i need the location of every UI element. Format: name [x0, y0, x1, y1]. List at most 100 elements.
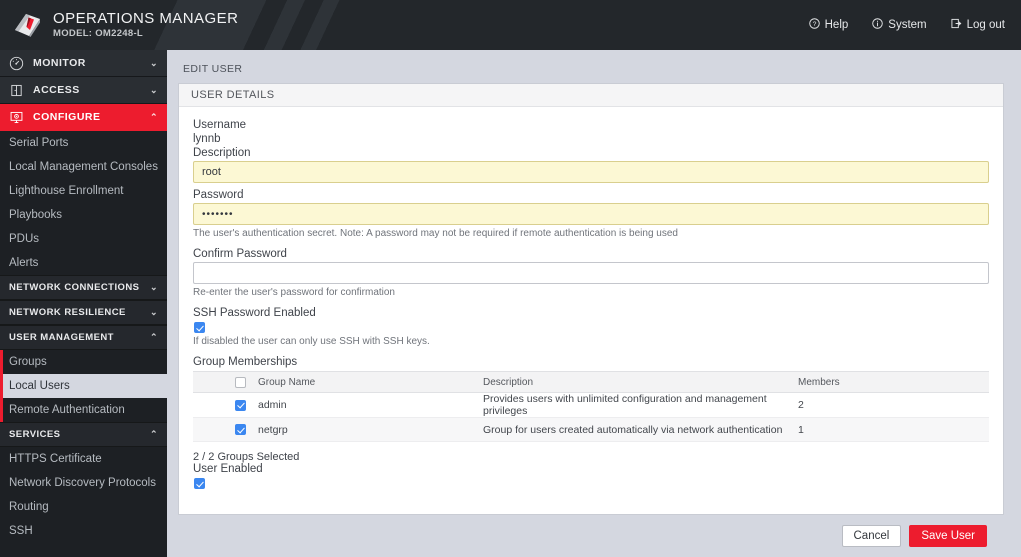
svg-text:?: ? [812, 21, 816, 28]
sidebar-section-user-management[interactable]: USER MANAGEMENT ⌃ [0, 325, 167, 350]
gauge-icon [9, 56, 24, 71]
breadcrumb: EDIT USER [183, 63, 243, 75]
sidebar-item-configure[interactable]: CONFIGURE ⌃ [0, 104, 167, 131]
ssh-password-enabled-checkbox[interactable] [194, 322, 205, 333]
user-enabled-checkbox[interactable] [194, 478, 205, 489]
confirm-password-help-text: Re-enter the user's password for confirm… [193, 287, 395, 298]
sidebar-item-routing[interactable]: Routing [0, 495, 167, 519]
user-details-panel: USER DETAILS Username lynnb Description … [178, 83, 1004, 515]
confirm-password-label: Confirm Password [193, 248, 287, 260]
sidebar-section-services[interactable]: SERVICES ⌃ [0, 422, 167, 447]
header-members: Members [792, 371, 989, 393]
table-row[interactable]: admin Provides users with unlimited conf… [193, 392, 989, 418]
door-icon [9, 83, 24, 98]
sidebar-label: Serial Ports [9, 137, 69, 149]
sidebar-item-https-certificate[interactable]: HTTPS Certificate [0, 447, 167, 471]
groups-selected-count: 2 / 2 Groups Selected [193, 451, 300, 463]
app-root: OPERATIONS MANAGER MODEL: OM2248-L ? Hel… [0, 0, 1021, 557]
panel-body: Username lynnb Description Password The … [179, 107, 1003, 489]
sidebar-label: Network Discovery Protocols [9, 477, 156, 489]
logout-arrow-icon [951, 18, 962, 32]
question-circle-icon: ? [808, 18, 820, 32]
sidebar: MONITOR ⌄ ACCESS ⌄ CONFIGURE ⌃ Serial Po… [0, 50, 167, 557]
chevron-down-icon: ⌄ [149, 57, 158, 68]
sidebar-item-monitor[interactable]: MONITOR ⌄ [0, 50, 167, 77]
sidebar-label: SSH [9, 525, 33, 537]
header-group-name: Group Name [252, 371, 477, 393]
brand: OPERATIONS MANAGER MODEL: OM2248-L [0, 10, 238, 40]
system-link[interactable]: System [872, 18, 927, 32]
group-memberships-table: Group Name Description Members admin Pro… [193, 371, 989, 442]
sidebar-item-pdus[interactable]: PDUs [0, 227, 167, 251]
group-memberships-label: Group Memberships [193, 356, 298, 368]
sidebar-item-alerts[interactable]: Alerts [0, 251, 167, 275]
info-circle-icon [872, 18, 884, 32]
monitor-gear-icon [9, 110, 24, 125]
password-label: Password [193, 189, 244, 201]
sidebar-item-lighthouse-enrollment[interactable]: Lighthouse Enrollment [0, 179, 167, 203]
group-description: Provides users with unlimited configurat… [477, 392, 792, 418]
chevron-down-icon: ⌄ [150, 307, 158, 317]
user-enabled-label: User Enabled [193, 463, 263, 475]
save-user-button[interactable]: Save User [909, 525, 987, 547]
sidebar-item-local-users[interactable]: Local Users [0, 374, 167, 398]
select-all-header [193, 371, 252, 393]
confirm-password-input[interactable] [193, 262, 989, 284]
username-label: Username [193, 119, 247, 131]
group-members: 1 [792, 417, 989, 442]
form-actions: Cancel Save User [178, 515, 1004, 557]
table-header-row: Group Name Description Members [193, 371, 989, 393]
description-input[interactable] [193, 161, 989, 183]
sidebar-item-serial-ports[interactable]: Serial Ports [0, 131, 167, 155]
sidebar-label: Routing [9, 501, 49, 513]
table-row[interactable]: netgrp Group for users created automatic… [193, 417, 989, 442]
sidebar-label-access: ACCESS [33, 84, 80, 96]
chevron-up-icon: ⌃ [150, 332, 158, 342]
sidebar-item-playbooks[interactable]: Playbooks [0, 203, 167, 227]
ssh-password-help-text: If disabled the user can only use SSH wi… [193, 336, 430, 347]
sidebar-label: Alerts [9, 257, 39, 269]
sidebar-label: Local Users [9, 380, 70, 392]
sidebar-label-monitor: MONITOR [33, 57, 86, 69]
description-label: Description [193, 147, 251, 159]
password-help-text: The user's authentication secret. Note: … [193, 228, 678, 239]
sidebar-section-label: SERVICES [9, 429, 61, 440]
system-label: System [888, 19, 927, 31]
sidebar-item-groups[interactable]: Groups [0, 350, 167, 374]
main-content: EDIT USER USER DETAILS Username lynnb De… [167, 50, 1021, 557]
group-description: Group for users created automatically vi… [477, 417, 792, 442]
sidebar-label: Remote Authentication [9, 404, 125, 416]
chevron-up-icon: ⌃ [150, 429, 158, 439]
chevron-down-icon: ⌄ [150, 282, 158, 292]
row-checkbox-cell [193, 392, 252, 418]
chevron-up-icon: ⌃ [149, 111, 158, 122]
group-name: netgrp [252, 417, 477, 442]
help-label: Help [824, 19, 849, 31]
group-row-checkbox[interactable] [235, 424, 246, 435]
chevron-down-icon: ⌄ [149, 84, 158, 95]
sidebar-item-network-discovery-protocols[interactable]: Network Discovery Protocols [0, 471, 167, 495]
select-all-checkbox[interactable] [235, 376, 246, 388]
sidebar-label: Local Management Consoles [9, 161, 158, 173]
sidebar-item-local-management-consoles[interactable]: Local Management Consoles [0, 155, 167, 179]
group-name: admin [252, 392, 477, 418]
group-row-checkbox[interactable] [235, 399, 246, 411]
sidebar-section-network-resilience[interactable]: NETWORK RESILIENCE ⌄ [0, 300, 167, 325]
sidebar-item-remote-authentication[interactable]: Remote Authentication [0, 398, 167, 422]
panel-title: USER DETAILS [179, 84, 1003, 107]
header-description: Description [477, 371, 792, 393]
sidebar-label: Groups [9, 356, 47, 368]
app-header: OPERATIONS MANAGER MODEL: OM2248-L ? Hel… [0, 0, 1021, 50]
row-checkbox-cell [193, 417, 252, 442]
logout-link[interactable]: Log out [951, 18, 1005, 32]
cancel-button[interactable]: Cancel [841, 525, 902, 547]
sidebar-section-label: NETWORK RESILIENCE [9, 307, 126, 318]
help-link[interactable]: ? Help [808, 18, 849, 32]
sidebar-label: Playbooks [9, 209, 63, 221]
sidebar-section-network-connections[interactable]: NETWORK CONNECTIONS ⌄ [0, 275, 167, 300]
sidebar-item-access[interactable]: ACCESS ⌄ [0, 77, 167, 104]
ssh-password-enabled-label: SSH Password Enabled [193, 307, 316, 319]
sidebar-label: Lighthouse Enrollment [9, 185, 124, 197]
sidebar-item-ssh[interactable]: SSH [0, 519, 167, 543]
password-input[interactable] [193, 203, 989, 225]
